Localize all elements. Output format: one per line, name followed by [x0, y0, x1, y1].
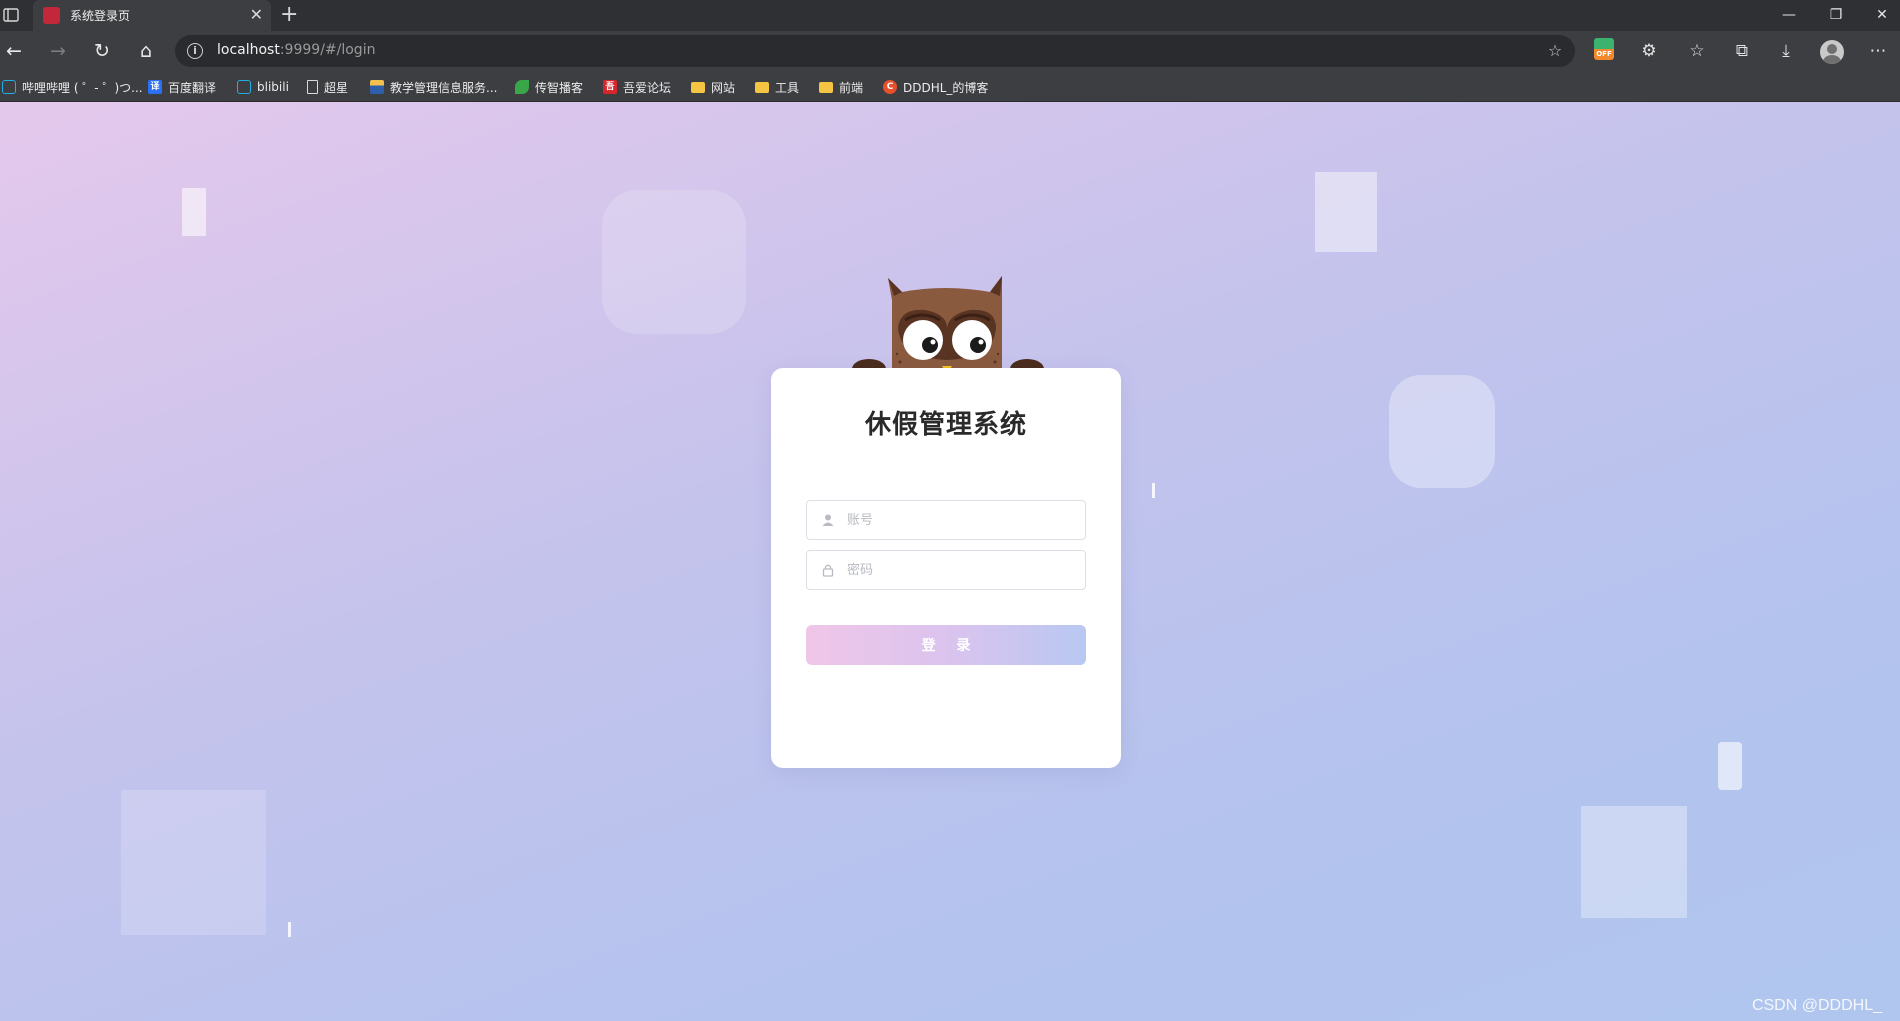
bilibili-icon — [2, 80, 16, 94]
owl-mascot — [852, 276, 1044, 379]
bookmark-item[interactable]: 吾 吾爱论坛 — [603, 78, 671, 96]
bookmark-item[interactable]: C DDDHL_的博客 — [883, 78, 988, 96]
bookmark-label: 网站 — [711, 80, 736, 95]
bookmark-label: 百度翻译 — [168, 80, 217, 95]
bookmark-item[interactable]: 哔哩哔哩 ( ゜- ゜)つ... — [2, 78, 143, 96]
decor-shape — [1718, 742, 1742, 790]
leaf-icon — [515, 80, 529, 94]
decor-shape — [288, 922, 291, 937]
bookmarks-bar: 哔哩哔哩 ( ゜- ゜)つ... 译 百度翻译 blibili 超星 教学管理信… — [0, 72, 1900, 102]
more-menu-icon[interactable]: ⋯ — [1866, 39, 1890, 63]
bookmark-item[interactable]: 前端 — [819, 78, 863, 96]
tab-title: 系统登录页 — [70, 9, 131, 23]
folder-icon — [819, 81, 833, 93]
bookmark-label: 传智播客 — [535, 80, 584, 95]
decor-shape — [1581, 806, 1687, 918]
bookmark-label: 哔哩哔哩 ( ゜- ゜)つ... — [22, 80, 143, 95]
tab-favicon-icon — [43, 7, 60, 24]
translate-icon: 译 — [148, 80, 162, 94]
bookmark-label: blibili — [257, 80, 289, 94]
extension-off-icon[interactable]: OFF — [1594, 38, 1614, 60]
user-icon — [822, 514, 834, 526]
url-host: localhost — [217, 42, 280, 58]
csdn-icon: C — [883, 80, 897, 94]
decor-shape — [1389, 375, 1495, 488]
favorites-icon[interactable]: ☆ — [1685, 39, 1709, 63]
bookmark-item[interactable]: 教学管理信息服务... — [370, 78, 497, 96]
decor-shape — [182, 188, 206, 236]
account-field[interactable] — [806, 500, 1086, 540]
bookmark-label: 前端 — [839, 80, 864, 95]
tab-close-button[interactable]: ✕ — [250, 6, 263, 24]
reload-button[interactable]: ↻ — [91, 40, 113, 62]
bookmark-label: 吾爱论坛 — [623, 80, 672, 95]
forum-icon: 吾 — [603, 80, 617, 94]
bilibili-icon — [237, 80, 251, 94]
profile-avatar[interactable] — [1820, 40, 1844, 64]
folder-icon — [691, 81, 705, 93]
url-text[interactable]: localhost:9999/#/login — [217, 42, 375, 58]
tab-strip: 系统登录页 ✕ + — ❐ ✕ — [0, 0, 1900, 31]
bookmark-label: 工具 — [775, 80, 800, 95]
school-icon — [370, 80, 384, 94]
bookmark-item[interactable]: 工具 — [755, 78, 799, 96]
bookmark-item[interactable]: 译 百度翻译 — [148, 78, 216, 96]
bookmark-item[interactable]: 传智播客 — [515, 78, 583, 96]
folder-icon — [755, 81, 769, 93]
forward-button[interactable]: → — [47, 40, 69, 62]
extensions-icon[interactable]: ⚙ — [1637, 39, 1661, 63]
restore-button[interactable]: ❐ — [1824, 4, 1848, 26]
password-field[interactable] — [806, 550, 1086, 590]
browser-tab[interactable]: 系统登录页 ✕ — [33, 0, 271, 31]
url-path: :9999/#/login — [279, 42, 376, 58]
lock-icon — [822, 564, 834, 577]
downloads-icon[interactable]: ⤓ — [1774, 39, 1798, 63]
browser-toolbar: ← → ↻ ⌂ i localhost:9999/#/login ☆ OFF ⚙… — [0, 31, 1900, 72]
login-page: 休假管理系统 登 录 CSDN @DDDHL_ — [0, 102, 1900, 1021]
add-favorite-icon[interactable]: ☆ — [1545, 41, 1565, 61]
bookmark-label: 超星 — [324, 80, 349, 95]
decor-shape — [1152, 483, 1155, 498]
bookmark-item[interactable]: blibili — [237, 78, 289, 96]
window-close-button[interactable]: ✕ — [1870, 4, 1894, 26]
bookmark-label: 教学管理信息服务... — [390, 80, 498, 95]
decor-shape — [1315, 172, 1377, 252]
minimize-button[interactable]: — — [1777, 4, 1801, 26]
bookmark-item[interactable]: 超星 — [307, 78, 348, 96]
page-icon — [307, 80, 318, 94]
password-input[interactable] — [847, 551, 1077, 589]
back-button[interactable]: ← — [3, 40, 25, 62]
login-card: 休假管理系统 登 录 — [771, 368, 1121, 768]
tab-actions-icon[interactable] — [2, 6, 20, 24]
collections-icon[interactable]: ⧉ — [1730, 39, 1754, 63]
decor-shape — [602, 190, 746, 334]
watermark: CSDN @DDDHL_ — [1751, 997, 1882, 1014]
site-info-icon[interactable]: i — [187, 43, 203, 59]
login-title: 休假管理系统 — [864, 410, 1027, 440]
new-tab-button[interactable]: + — [280, 4, 298, 26]
account-input[interactable] — [847, 501, 1077, 539]
bookmark-label: DDDHL_的博客 — [903, 80, 989, 95]
home-button[interactable]: ⌂ — [135, 40, 157, 62]
login-button[interactable]: 登 录 — [806, 625, 1086, 665]
bookmark-item[interactable]: 网站 — [691, 78, 735, 96]
address-bar[interactable]: i localhost:9999/#/login ☆ — [175, 35, 1575, 67]
decor-shape — [121, 790, 266, 935]
